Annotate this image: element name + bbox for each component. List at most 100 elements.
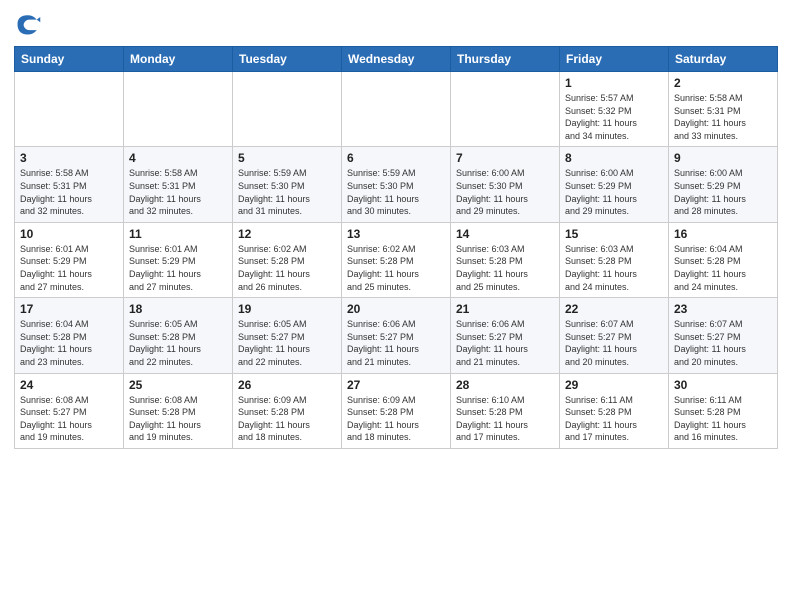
weekday-sunday: Sunday bbox=[15, 47, 124, 72]
calendar: SundayMondayTuesdayWednesdayThursdayFrid… bbox=[14, 46, 778, 449]
day-number: 27 bbox=[347, 378, 445, 392]
day-cell: 5 Sunrise: 5:59 AM Sunset: 5:30 PM Daylig… bbox=[233, 147, 342, 222]
day-info: Sunrise: 6:09 AM Sunset: 5:28 PM Dayligh… bbox=[347, 394, 445, 444]
day-cell: 17 Sunrise: 6:04 AM Sunset: 5:28 PM Dayli… bbox=[15, 298, 124, 373]
day-number: 4 bbox=[129, 151, 227, 165]
day-cell: 14 Sunrise: 6:03 AM Sunset: 5:28 PM Dayli… bbox=[451, 222, 560, 297]
day-info: Sunrise: 6:09 AM Sunset: 5:28 PM Dayligh… bbox=[238, 394, 336, 444]
day-info: Sunrise: 5:58 AM Sunset: 5:31 PM Dayligh… bbox=[674, 92, 772, 142]
day-cell: 25Sunrise: 6:08 AM Sunset: 5:28 PM Dayli… bbox=[124, 373, 233, 448]
day-cell: 8 Sunrise: 6:00 AM Sunset: 5:29 PM Daylig… bbox=[560, 147, 669, 222]
day-info: Sunrise: 6:01 AM Sunset: 5:29 PM Dayligh… bbox=[129, 243, 227, 293]
day-number: 18 bbox=[129, 302, 227, 316]
day-number: 24 bbox=[20, 378, 118, 392]
day-cell: 13 Sunrise: 6:02 AM Sunset: 5:28 PM Dayli… bbox=[342, 222, 451, 297]
day-cell: 15 Sunrise: 6:03 AM Sunset: 5:28 PM Dayli… bbox=[560, 222, 669, 297]
day-number: 6 bbox=[347, 151, 445, 165]
logo-icon bbox=[14, 10, 42, 38]
day-info: Sunrise: 6:08 AM Sunset: 5:27 PM Dayligh… bbox=[20, 394, 118, 444]
day-info: Sunrise: 6:00 AM Sunset: 5:29 PM Dayligh… bbox=[565, 167, 663, 217]
day-cell bbox=[124, 72, 233, 147]
day-info: Sunrise: 6:04 AM Sunset: 5:28 PM Dayligh… bbox=[674, 243, 772, 293]
day-number: 19 bbox=[238, 302, 336, 316]
day-cell: 6 Sunrise: 5:59 AM Sunset: 5:30 PM Daylig… bbox=[342, 147, 451, 222]
day-number: 22 bbox=[565, 302, 663, 316]
logo bbox=[14, 10, 46, 38]
day-info: Sunrise: 6:03 AM Sunset: 5:28 PM Dayligh… bbox=[456, 243, 554, 293]
day-cell: 27 Sunrise: 6:09 AM Sunset: 5:28 PM Dayli… bbox=[342, 373, 451, 448]
day-info: Sunrise: 6:01 AM Sunset: 5:29 PM Dayligh… bbox=[20, 243, 118, 293]
day-info: Sunrise: 6:11 AM Sunset: 5:28 PM Dayligh… bbox=[565, 394, 663, 444]
day-info: Sunrise: 5:57 AM Sunset: 5:32 PM Dayligh… bbox=[565, 92, 663, 142]
day-cell: 23Sunrise: 6:07 AM Sunset: 5:27 PM Dayli… bbox=[669, 298, 778, 373]
day-number: 29 bbox=[565, 378, 663, 392]
weekday-friday: Friday bbox=[560, 47, 669, 72]
day-info: Sunrise: 6:03 AM Sunset: 5:28 PM Dayligh… bbox=[565, 243, 663, 293]
day-cell: 22 Sunrise: 6:07 AM Sunset: 5:27 PM Dayli… bbox=[560, 298, 669, 373]
day-cell: 4 Sunrise: 5:58 AM Sunset: 5:31 PM Daylig… bbox=[124, 147, 233, 222]
week-row-5: 24 Sunrise: 6:08 AM Sunset: 5:27 PM Dayli… bbox=[15, 373, 778, 448]
day-cell: 11Sunrise: 6:01 AM Sunset: 5:29 PM Dayli… bbox=[124, 222, 233, 297]
day-info: Sunrise: 5:59 AM Sunset: 5:30 PM Dayligh… bbox=[238, 167, 336, 217]
day-number: 25 bbox=[129, 378, 227, 392]
weekday-tuesday: Tuesday bbox=[233, 47, 342, 72]
day-cell: 19 Sunrise: 6:05 AM Sunset: 5:27 PM Dayli… bbox=[233, 298, 342, 373]
week-row-2: 3 Sunrise: 5:58 AM Sunset: 5:31 PM Daylig… bbox=[15, 147, 778, 222]
day-info: Sunrise: 5:59 AM Sunset: 5:30 PM Dayligh… bbox=[347, 167, 445, 217]
week-row-4: 17 Sunrise: 6:04 AM Sunset: 5:28 PM Dayli… bbox=[15, 298, 778, 373]
day-number: 8 bbox=[565, 151, 663, 165]
day-cell bbox=[342, 72, 451, 147]
day-number: 10 bbox=[20, 227, 118, 241]
day-cell bbox=[15, 72, 124, 147]
day-info: Sunrise: 6:07 AM Sunset: 5:27 PM Dayligh… bbox=[565, 318, 663, 368]
day-info: Sunrise: 6:04 AM Sunset: 5:28 PM Dayligh… bbox=[20, 318, 118, 368]
day-cell: 3 Sunrise: 5:58 AM Sunset: 5:31 PM Daylig… bbox=[15, 147, 124, 222]
week-row-3: 10 Sunrise: 6:01 AM Sunset: 5:29 PM Dayli… bbox=[15, 222, 778, 297]
weekday-wednesday: Wednesday bbox=[342, 47, 451, 72]
day-cell: 7 Sunrise: 6:00 AM Sunset: 5:30 PM Daylig… bbox=[451, 147, 560, 222]
day-cell: 28 Sunrise: 6:10 AM Sunset: 5:28 PM Dayli… bbox=[451, 373, 560, 448]
day-number: 17 bbox=[20, 302, 118, 316]
day-info: Sunrise: 6:10 AM Sunset: 5:28 PM Dayligh… bbox=[456, 394, 554, 444]
day-cell: 24 Sunrise: 6:08 AM Sunset: 5:27 PM Dayli… bbox=[15, 373, 124, 448]
day-number: 2 bbox=[674, 76, 772, 90]
page: SundayMondayTuesdayWednesdayThursdayFrid… bbox=[0, 0, 792, 612]
day-number: 14 bbox=[456, 227, 554, 241]
day-cell: 30Sunrise: 6:11 AM Sunset: 5:28 PM Dayli… bbox=[669, 373, 778, 448]
week-row-1: 1 Sunrise: 5:57 AM Sunset: 5:32 PM Daylig… bbox=[15, 72, 778, 147]
day-number: 5 bbox=[238, 151, 336, 165]
day-number: 15 bbox=[565, 227, 663, 241]
day-cell: 10 Sunrise: 6:01 AM Sunset: 5:29 PM Dayli… bbox=[15, 222, 124, 297]
day-info: Sunrise: 6:00 AM Sunset: 5:29 PM Dayligh… bbox=[674, 167, 772, 217]
day-cell bbox=[451, 72, 560, 147]
day-number: 23 bbox=[674, 302, 772, 316]
day-info: Sunrise: 6:05 AM Sunset: 5:27 PM Dayligh… bbox=[238, 318, 336, 368]
day-cell: 20Sunrise: 6:06 AM Sunset: 5:27 PM Dayli… bbox=[342, 298, 451, 373]
day-number: 1 bbox=[565, 76, 663, 90]
day-cell: 21 Sunrise: 6:06 AM Sunset: 5:27 PM Dayli… bbox=[451, 298, 560, 373]
day-cell: 2 Sunrise: 5:58 AM Sunset: 5:31 PM Daylig… bbox=[669, 72, 778, 147]
day-number: 20 bbox=[347, 302, 445, 316]
day-cell: 12Sunrise: 6:02 AM Sunset: 5:28 PM Dayli… bbox=[233, 222, 342, 297]
weekday-thursday: Thursday bbox=[451, 47, 560, 72]
day-info: Sunrise: 6:02 AM Sunset: 5:28 PM Dayligh… bbox=[238, 243, 336, 293]
day-number: 28 bbox=[456, 378, 554, 392]
day-info: Sunrise: 5:58 AM Sunset: 5:31 PM Dayligh… bbox=[129, 167, 227, 217]
day-info: Sunrise: 5:58 AM Sunset: 5:31 PM Dayligh… bbox=[20, 167, 118, 217]
day-info: Sunrise: 6:06 AM Sunset: 5:27 PM Dayligh… bbox=[456, 318, 554, 368]
day-number: 3 bbox=[20, 151, 118, 165]
day-number: 13 bbox=[347, 227, 445, 241]
day-number: 30 bbox=[674, 378, 772, 392]
day-info: Sunrise: 6:00 AM Sunset: 5:30 PM Dayligh… bbox=[456, 167, 554, 217]
day-number: 7 bbox=[456, 151, 554, 165]
day-cell: 9 Sunrise: 6:00 AM Sunset: 5:29 PM Daylig… bbox=[669, 147, 778, 222]
day-number: 21 bbox=[456, 302, 554, 316]
day-number: 16 bbox=[674, 227, 772, 241]
day-info: Sunrise: 6:02 AM Sunset: 5:28 PM Dayligh… bbox=[347, 243, 445, 293]
day-cell: 1 Sunrise: 5:57 AM Sunset: 5:32 PM Daylig… bbox=[560, 72, 669, 147]
day-cell: 16 Sunrise: 6:04 AM Sunset: 5:28 PM Dayli… bbox=[669, 222, 778, 297]
weekday-saturday: Saturday bbox=[669, 47, 778, 72]
header bbox=[14, 10, 778, 38]
day-number: 9 bbox=[674, 151, 772, 165]
day-cell: 26Sunrise: 6:09 AM Sunset: 5:28 PM Dayli… bbox=[233, 373, 342, 448]
